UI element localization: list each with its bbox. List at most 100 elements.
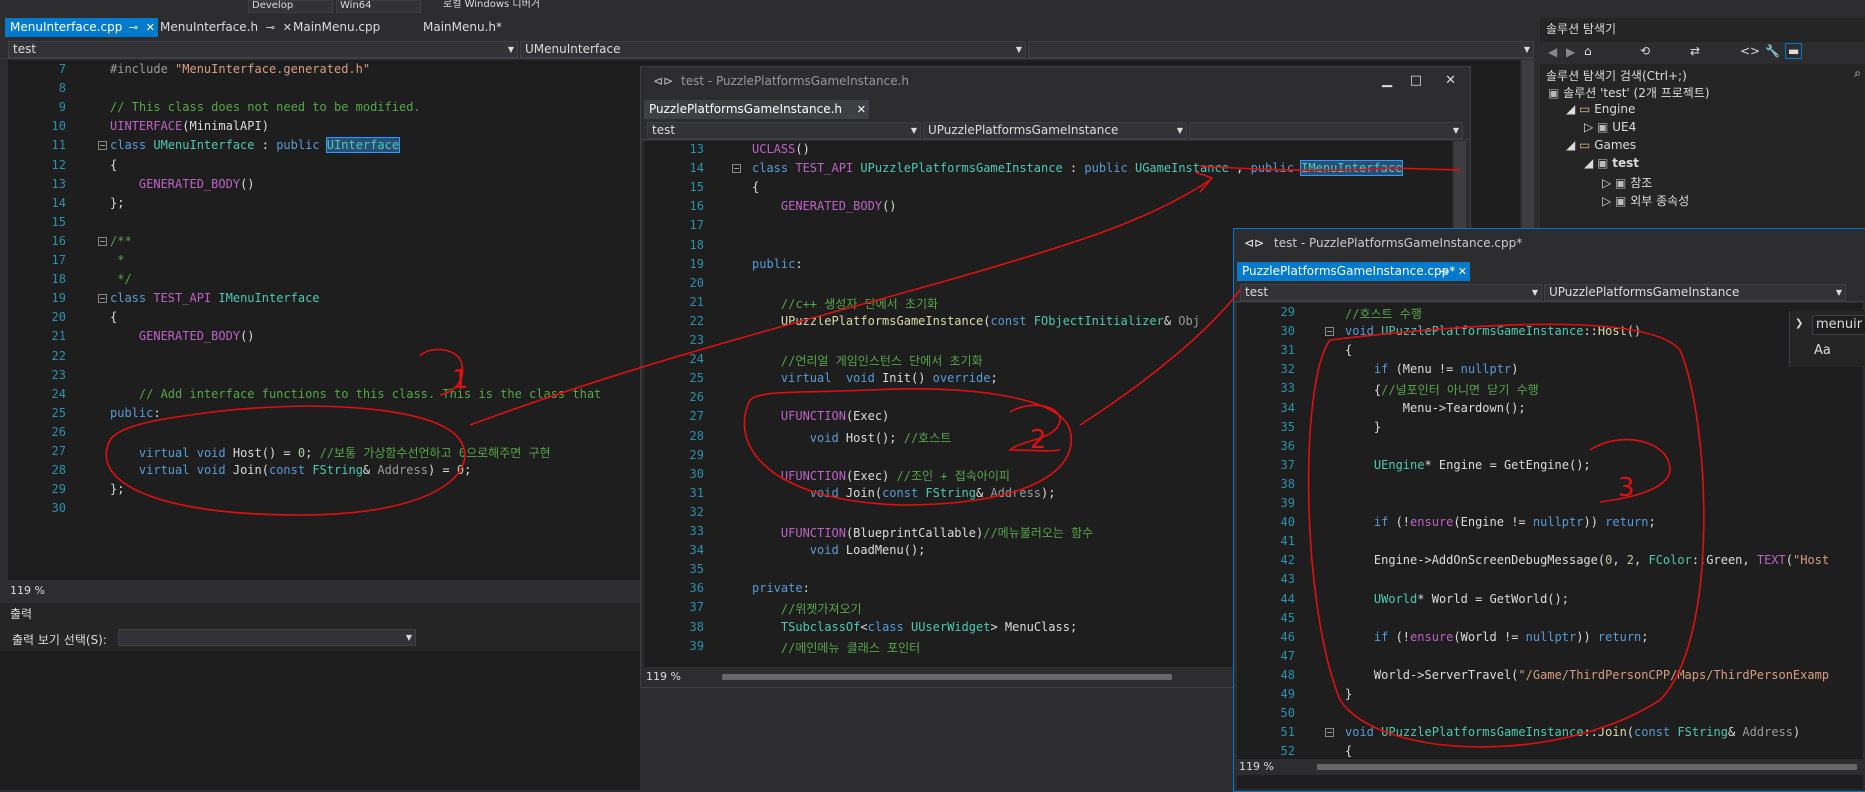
expand-icon[interactable]: ◢ [1584, 156, 1597, 170]
project-combo[interactable]: test ▼ [8, 41, 518, 58]
fold-toggle-icon[interactable]: − [1325, 327, 1334, 337]
maximize-icon[interactable]: □ [1410, 67, 1422, 95]
code-line[interactable]: private: [752, 581, 810, 595]
tree-item[interactable]: ▷ ▣ UE4 [1584, 120, 1636, 134]
code-line[interactable]: /** [110, 234, 132, 248]
tab-gameinstance-h[interactable]: PuzzlePlatformsGameInstance.h ✕ [644, 100, 869, 119]
platform-combo[interactable]: Win64 [336, 0, 421, 13]
code-line[interactable]: GENERATED_BODY() [110, 177, 255, 191]
config-combo[interactable]: Develop [248, 0, 333, 13]
code-line[interactable]: UFUNCTION(Exec) //조인 + 접속아이피 [752, 467, 1010, 484]
fold-toggle-icon[interactable]: − [98, 236, 107, 246]
pin-icon[interactable]: ⊸ [129, 18, 138, 37]
tab-gameinstance-cpp[interactable]: PuzzlePlatformsGameInstance.cpp* ⊸ ✕ [1237, 262, 1470, 281]
code-line[interactable]: void UPuzzlePlatformsGameInstance::Host(… [1345, 324, 1641, 338]
code-line[interactable]: UCLASS() [752, 142, 810, 156]
zoom-level[interactable]: 119 % [644, 670, 681, 683]
scope-combo[interactable]: UMenuInterface ▼ [520, 41, 1026, 58]
code-line[interactable]: virtual void Init() override; [752, 371, 998, 385]
code-line[interactable]: //메인메뉴 클래스 포인터 [752, 639, 920, 656]
cpp-code-editor[interactable]: 29 //호스트 수행 30 void UPuzzlePlatformsGameIns… [1237, 303, 1863, 789]
code-line[interactable]: virtual void Join(const FString& Address… [110, 463, 471, 477]
code-line[interactable]: } [1345, 687, 1352, 701]
code-line[interactable]: UINTERFACE(MinimalAPI) [110, 119, 269, 133]
tree-item[interactable]: ▣ 솔루션 'test' (2개 프로젝트) [1548, 84, 1710, 101]
cpp-horizontal-scrollbar[interactable] [1317, 764, 1857, 770]
code-line[interactable]: { [1345, 744, 1352, 758]
code-line[interactable]: */ [110, 272, 131, 286]
code-line[interactable]: UEngine* Engine = GetEngine(); [1345, 458, 1591, 472]
code-line[interactable]: UFUNCTION(BlueprintCallable)//메뉴불러오는 함수 [752, 524, 1093, 541]
code-line[interactable]: TSubclassOf<class UUserWidget> MenuClass… [752, 620, 1077, 634]
pin-icon[interactable]: ⊸ [1439, 262, 1448, 281]
code-line[interactable]: { [110, 310, 117, 324]
header-horizontal-scrollbar[interactable] [722, 674, 1172, 680]
sync-icon[interactable]: ⇄ [1690, 44, 1700, 58]
expand-icon[interactable]: ◢ [1566, 102, 1579, 116]
code-line[interactable]: } [1345, 420, 1381, 434]
expand-icon[interactable]: ▷ [1584, 120, 1597, 134]
code-line[interactable]: { [752, 180, 759, 194]
code-icon[interactable]: <> [1740, 44, 1760, 58]
code-line[interactable]: Menu->Teardown(); [1345, 401, 1526, 415]
code-line[interactable]: void LoadMenu(); [752, 543, 926, 557]
cpp-window-titlebar[interactable]: ⊲⊳ test - PuzzlePlatformsGameInstance.cp… [1234, 229, 1865, 257]
code-line[interactable]: void Host(); //호스트 [752, 429, 952, 446]
code-line[interactable]: {//널포인터 아니면 닫기 수행 [1345, 381, 1539, 398]
project-combo[interactable]: test ▼ [1240, 284, 1542, 301]
code-line[interactable]: void Join(const FString& Address); [752, 486, 1056, 500]
code-line[interactable]: class TEST_API IMenuInterface [110, 291, 320, 305]
tree-item[interactable]: ◢ ▭ Games [1566, 138, 1636, 152]
zoom-level[interactable]: 119 % [1237, 760, 1274, 773]
fold-toggle-icon[interactable]: − [1325, 728, 1334, 738]
code-line[interactable]: //위젯가져오기 [752, 600, 862, 617]
code-line[interactable]: class UMenuInterface : public UInterface [110, 137, 401, 154]
solution-search-box[interactable]: 솔루션 탐색기 검색(Ctrl+;) ⌕ [1540, 66, 1865, 84]
match-case-toggle[interactable]: Aa [1814, 343, 1831, 358]
back-icon[interactable]: ◀ [1548, 45, 1557, 59]
wrench-icon[interactable]: 🔧 [1765, 44, 1780, 58]
code-line[interactable]: GENERATED_BODY() [110, 329, 255, 343]
preview-icon[interactable]: ▬ [1785, 43, 1803, 59]
close-icon[interactable]: ✕ [857, 100, 866, 119]
home-icon[interactable]: ⌂ [1584, 44, 1592, 58]
tree-item[interactable]: ▷ ▣ 외부 종속성 [1602, 192, 1689, 209]
member-combo[interactable]: ▼ [1189, 122, 1463, 139]
expand-icon[interactable]: ◢ [1566, 138, 1579, 152]
code-line[interactable]: if (!ensure(World != nullptr)) return; [1345, 630, 1649, 644]
code-line[interactable]: //호스트 수행 [1345, 305, 1422, 322]
minimize-icon[interactable]: ▁ [1382, 67, 1392, 95]
code-line[interactable]: }; [110, 196, 124, 210]
tree-item[interactable]: ◢ ▣ test [1584, 156, 1639, 170]
run-debugger-button[interactable]: 로컬 Windows 디버거 [440, 0, 573, 11]
scope-combo[interactable]: UPuzzlePlatformsGameInstance ▼ [923, 122, 1187, 139]
tab-menuinterface-h[interactable]: MenuInterface.h ⊸ ✕ [155, 18, 295, 37]
project-combo[interactable]: test ▼ [647, 122, 921, 139]
fold-toggle-icon[interactable]: − [732, 164, 741, 174]
code-line[interactable]: if (Menu != nullptr) [1345, 362, 1519, 376]
close-icon[interactable]: ✕ [146, 18, 155, 37]
tab-mainmenu-cpp[interactable]: MainMenu.cpp [288, 18, 418, 37]
header-window-titlebar[interactable]: ⊲⊳ test - PuzzlePlatformsGameInstance.h … [641, 67, 1470, 95]
scope-combo[interactable]: UPuzzlePlatformsGameInstance ▼ [1544, 284, 1846, 301]
expand-icon[interactable]: ▷ [1602, 194, 1615, 208]
close-icon[interactable]: ✕ [1458, 262, 1467, 281]
tab-menuinterface-cpp[interactable]: MenuInterface.cpp ⊸ ✕ [5, 18, 158, 37]
expand-icon[interactable]: ▷ [1602, 176, 1615, 190]
code-line[interactable]: }; [110, 482, 124, 496]
code-line[interactable]: GENERATED_BODY() [752, 199, 897, 213]
code-line[interactable]: class TEST_API UPuzzlePlatformsGameInsta… [752, 160, 1404, 177]
tree-item[interactable]: ◢ ▭ Engine [1566, 102, 1635, 116]
pin-icon[interactable]: ⊸ [266, 18, 275, 37]
tab-mainmenu-h[interactable]: MainMenu.h* [418, 18, 523, 37]
code-line[interactable]: Engine->AddOnScreenDebugMessage(0, 2, FC… [1345, 553, 1829, 567]
code-line[interactable]: #include "MenuInterface.generated.h" [110, 62, 370, 76]
code-line[interactable]: // Add interface functions to this class… [110, 387, 601, 401]
code-line[interactable]: { [1345, 343, 1352, 357]
code-line[interactable]: //언리얼 게임인스턴스 단에서 초기화 [752, 352, 983, 369]
code-line[interactable]: UPuzzlePlatformsGameInstance(const FObje… [752, 314, 1200, 328]
zoom-level[interactable]: 119 % [8, 584, 45, 597]
code-line[interactable]: { [110, 158, 117, 172]
code-line[interactable]: public: [110, 406, 161, 420]
code-line[interactable]: public: [752, 257, 803, 271]
